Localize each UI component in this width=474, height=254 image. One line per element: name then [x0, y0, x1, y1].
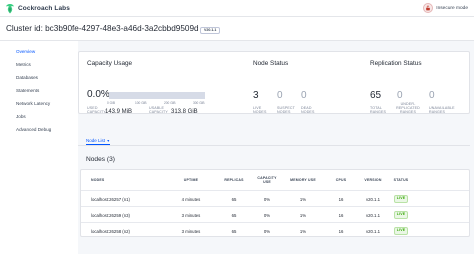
brand-name: Cockroach Labs [18, 5, 70, 12]
unavailable-ranges-count: 0 [429, 90, 435, 101]
sidebar-item-metrics[interactable]: Metrics [0, 60, 78, 70]
replicas-cell: 65 [231, 196, 237, 202]
dead-nodes-label: DEAD NODES [301, 106, 315, 115]
table-row[interactable]: localhost:26257 (n1) 4 minutes 65 0% 1% … [81, 190, 469, 207]
sidebar-item-overview[interactable]: Overview [0, 47, 78, 57]
usable-capacity-label: USABLE CAPACITY [149, 106, 168, 115]
memory-use-cell: 1% [299, 228, 307, 234]
unlock-icon [423, 3, 434, 13]
node-status-title: Node Status [253, 60, 289, 67]
capacity-bar [109, 92, 205, 99]
capacity-usage-title: Capacity Usage [87, 60, 133, 67]
cpus-cell: 16 [338, 212, 344, 218]
cockroach-logo-icon [6, 4, 14, 14]
cpus-cell: 16 [338, 196, 344, 202]
insecure-mode-label: Insecure mode [436, 5, 468, 11]
node-name-cell[interactable]: localhost:26258 (n2) [91, 223, 171, 236]
cpus-cell: 16 [338, 228, 344, 234]
insecure-mode-indicator[interactable]: Insecure mode [423, 2, 468, 14]
chevron-down-icon: ▾ [107, 138, 110, 143]
top-bar: Cockroach Labs Insecure mode [0, 0, 474, 17]
column-header-uptime[interactable]: UPTIME [169, 170, 213, 190]
live-nodes-label: LIVE NODES [253, 106, 267, 115]
capacity-tick: 200 GiB [164, 101, 176, 105]
version-cell: v20.1.1 [365, 212, 381, 218]
capacity-tick: 0 GiB [107, 101, 115, 105]
tab-node-list-label: Node List [86, 138, 106, 143]
version-badge: V20.1.1 [200, 27, 221, 34]
column-header-nodes[interactable]: NODES [91, 170, 171, 190]
unavailable-ranges-label: UNAVAILABLE RANGES [429, 106, 455, 115]
suspect-nodes-label: SUSPECT NODES [277, 106, 295, 115]
memory-use-cell: 1% [299, 196, 307, 202]
uptime-cell: 4 minutes [181, 196, 201, 202]
sidebar-item-network-latency[interactable]: Network Latency [0, 99, 78, 109]
column-header-version[interactable]: VERSION [357, 170, 389, 190]
sidebar-item-jobs[interactable]: Jobs [0, 112, 78, 122]
nodes-section-title: Nodes (3) [86, 156, 115, 163]
nodes-table: NODES UPTIME REPLICAS CAPACITY USE MEMOR… [80, 169, 470, 237]
capacity-use-cell: 0% [263, 196, 271, 202]
status-badge: LIVE [393, 211, 409, 219]
capacity-use-cell: 0% [263, 228, 271, 234]
column-header-cpus[interactable]: CPUS [325, 170, 357, 190]
column-header-capacity-use[interactable]: CAPACITY USE [255, 170, 279, 190]
capacity-percent: 0.0% [87, 89, 110, 100]
column-header-replicas[interactable]: REPLICAS [213, 170, 255, 190]
main-content: Capacity Usage 0.0% 0 GiB 100 GiB 200 Gi… [78, 41, 474, 254]
column-header-memory-use[interactable]: MEMORY USE [283, 170, 323, 190]
status-cell: LIVE [387, 223, 415, 236]
usable-capacity-value: 313.8 GiB [171, 109, 198, 115]
used-capacity-value: 143.9 MiB [105, 109, 133, 115]
active-tab-indicator [86, 144, 110, 145]
status-badge: LIVE [393, 227, 409, 235]
under-replicated-ranges-label: UNDER-REPLICATED RANGES [396, 102, 420, 115]
status-cell: LIVE [387, 191, 415, 207]
status-cell: LIVE [387, 207, 415, 223]
capacity-tick: 100 GiB [135, 101, 147, 105]
total-ranges-label: TOTAL RANGES [370, 106, 387, 115]
total-ranges-count: 65 [370, 90, 382, 101]
uptime-cell: 3 minutes [181, 212, 201, 218]
dead-nodes-count: 0 [301, 90, 307, 101]
page-title: Cluster id: bc3b90fe-4297-48e3-a46d-3a2c… [6, 24, 199, 33]
status-badge: LIVE [393, 195, 409, 203]
tab-divider [78, 145, 470, 146]
sidebar-item-databases[interactable]: Databases [0, 73, 78, 83]
node-name-cell[interactable]: localhost:26257 (n1) [91, 191, 171, 207]
node-name-cell[interactable]: localhost:26259 (n3) [91, 207, 171, 223]
cluster-summary-card: Capacity Usage 0.0% 0 GiB 100 GiB 200 Gi… [78, 51, 470, 115]
memory-use-cell: 1% [299, 212, 307, 218]
suspect-nodes-count: 0 [277, 90, 283, 101]
sidebar-nav: Overview Metrics Databases Statements Ne… [0, 41, 78, 254]
replicas-cell: 65 [231, 212, 237, 218]
table-row[interactable]: localhost:26258 (n2) 3 minutes 65 0% 1% … [81, 222, 469, 236]
capacity-tick: 300 GiB [193, 101, 205, 105]
replicas-cell: 65 [231, 228, 237, 234]
sidebar-item-advanced-debug[interactable]: Advanced Debug [0, 125, 78, 135]
used-capacity-label: USED CAPACITY [87, 106, 106, 115]
replication-status-title: Replication Status [370, 60, 422, 67]
version-cell: v20.1.1 [365, 196, 381, 202]
version-cell: v20.1.1 [365, 228, 381, 234]
brand-logo[interactable]: Cockroach Labs [5, 3, 70, 14]
column-header-status[interactable]: STATUS [387, 170, 415, 190]
page-header: Cluster id: bc3b90fe-4297-48e3-a46d-3a2c… [0, 17, 474, 41]
capacity-use-cell: 0% [263, 212, 271, 218]
tab-node-list[interactable]: Node List ▾ [86, 138, 109, 143]
uptime-cell: 3 minutes [181, 228, 201, 234]
sidebar-item-statements[interactable]: Statements [0, 86, 78, 96]
live-nodes-count: 3 [253, 90, 259, 101]
table-row[interactable]: localhost:26259 (n3) 3 minutes 65 0% 1% … [81, 206, 469, 223]
under-replicated-ranges-count: 0 [397, 90, 403, 101]
